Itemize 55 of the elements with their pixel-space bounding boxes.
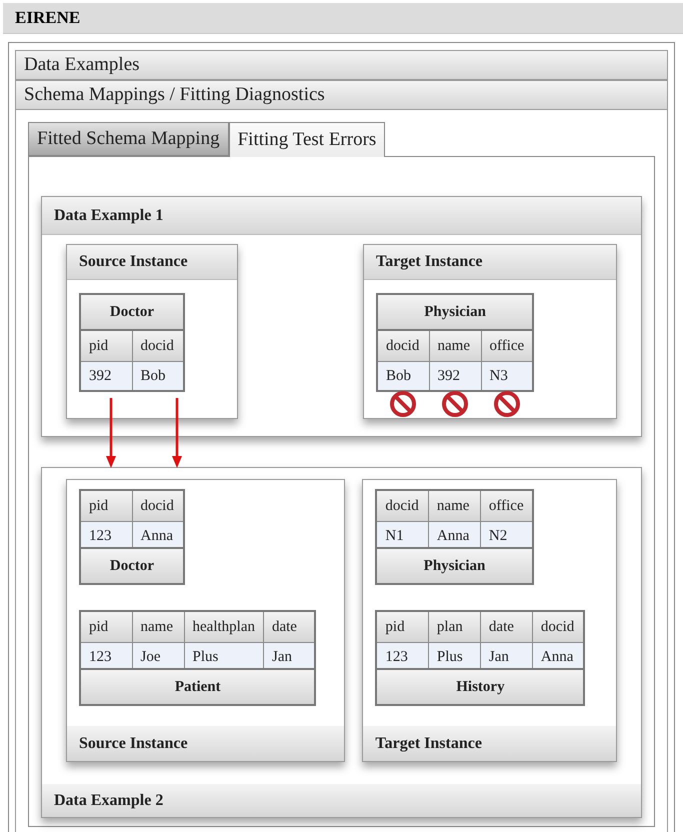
- table-title: Doctor: [80, 294, 184, 330]
- table-cell: Bob: [377, 361, 429, 391]
- arrow: [172, 398, 182, 468]
- column-header: name: [429, 330, 481, 361]
- table-cell: Anna: [132, 521, 184, 548]
- column-header: pid: [80, 490, 132, 521]
- example-title: Data Example 2: [42, 784, 641, 817]
- table-cell: N1: [376, 521, 428, 548]
- column-header: date: [480, 611, 532, 642]
- table-title: Physician: [376, 548, 533, 584]
- table-cell: 123: [376, 642, 428, 669]
- column-header: pid: [376, 611, 428, 642]
- tab[interactable]: Fitting Test Errors: [228, 122, 386, 157]
- table-cell: Plus: [428, 642, 480, 669]
- column-header: pid: [80, 611, 132, 642]
- table-cell: Joe: [132, 642, 184, 669]
- column-header: docid: [532, 611, 584, 642]
- instance-title: Target Instance: [364, 245, 616, 280]
- column-header: pid: [80, 330, 132, 361]
- table-title: Physician: [377, 294, 534, 330]
- arrow: [106, 398, 116, 468]
- table-cell: 392: [429, 361, 481, 391]
- app-header: EIRENE: [3, 3, 683, 34]
- column-header: docid: [132, 490, 184, 521]
- table-cell: Jan: [263, 642, 316, 669]
- table-cell: 123: [80, 521, 132, 548]
- table-cell: Anna: [532, 642, 584, 669]
- column-header: office: [481, 330, 534, 361]
- table-cell: Plus: [184, 642, 264, 669]
- tab[interactable]: Fitted Schema Mapping: [28, 122, 229, 156]
- column-header: docid: [376, 490, 428, 521]
- table-cell: N3: [481, 361, 534, 391]
- column-header: name: [428, 490, 480, 521]
- table-cell: Anna: [428, 521, 480, 548]
- table-cell: 392: [80, 361, 132, 391]
- column-header: name: [132, 611, 184, 642]
- column-header: office: [480, 490, 533, 521]
- table-title: Doctor: [80, 548, 184, 584]
- table-cell: 123: [80, 642, 132, 669]
- instance-title: Source Instance: [67, 726, 344, 761]
- instance-title: Target Instance: [363, 726, 616, 761]
- table-cell: N2: [480, 521, 533, 548]
- table-title: Patient: [80, 669, 316, 705]
- column-header: date: [263, 611, 316, 642]
- instance-title: Source Instance: [67, 245, 237, 280]
- table-cell: Jan: [480, 642, 532, 669]
- column-header: docid: [132, 330, 184, 361]
- column-header: docid: [377, 330, 429, 361]
- column-header: healthplan: [184, 611, 264, 642]
- example-title: Data Example 1: [42, 197, 641, 235]
- table-title: History: [376, 669, 584, 705]
- column-header: plan: [428, 611, 480, 642]
- accordion-header[interactable]: Schema Mappings / Fitting Diagnostics: [15, 80, 668, 110]
- accordion-header[interactable]: Data Examples: [15, 50, 668, 80]
- table-cell: Bob: [132, 361, 184, 391]
